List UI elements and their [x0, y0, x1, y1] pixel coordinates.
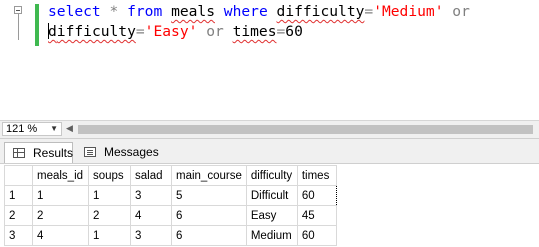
collapse-icon[interactable] [14, 6, 22, 14]
grid-cell[interactable]: 4 [32, 225, 89, 246]
operator-equals: = [276, 23, 286, 40]
column-header[interactable]: salad [130, 165, 172, 186]
grid-cell[interactable]: 45 [296, 205, 337, 226]
grid-cell[interactable]: 1 [88, 225, 131, 246]
query-editor[interactable]: select * from meals where difficulty='Me… [0, 0, 539, 120]
grid-cell[interactable]: 2 [32, 205, 89, 226]
tab-messages-label: Messages [104, 145, 159, 159]
messages-icon [84, 147, 96, 157]
grid-cell-selected[interactable]: 60 [296, 185, 337, 206]
keyword-where: where [223, 3, 268, 20]
table-name: meals [171, 3, 215, 20]
row-number[interactable]: 3 [4, 225, 33, 246]
zoom-level: 121 % [6, 123, 38, 135]
string-easy: 'Easy' [144, 23, 198, 40]
column-header[interactable]: difficulty [245, 165, 298, 186]
column-header[interactable]: main_course [171, 165, 247, 186]
grid-cell[interactable]: 1 [88, 185, 131, 206]
operator-or: or [452, 3, 470, 20]
number-value: 60 [285, 23, 303, 40]
table-row: 1 1 1 3 5 Difficult 60 [4, 185, 337, 206]
grid-cell[interactable]: 4 [130, 205, 172, 226]
string-medium: 'Medium' [373, 3, 444, 20]
column-difficulty-rest: ifficulty [56, 23, 136, 40]
scroll-left-icon[interactable]: ◀ [66, 124, 73, 134]
grid-icon [13, 148, 25, 158]
grid-cell[interactable]: 1 [32, 185, 89, 206]
operator-star: * [109, 3, 119, 20]
operator-equals: = [364, 3, 374, 20]
results-grid[interactable]: meals_id soups salad main_course difficu… [4, 165, 337, 246]
operator-or: or [206, 23, 224, 40]
column-header[interactable]: times [296, 165, 337, 186]
editor-gutter [0, 0, 26, 120]
grid-cell[interactable]: 6 [171, 225, 247, 246]
column-difficulty: difficulty [276, 3, 365, 20]
row-number[interactable]: 1 [4, 185, 33, 206]
grid-header-row: meals_id soups salad main_course difficu… [4, 165, 337, 186]
table-row: 3 4 1 3 6 Medium 60 [4, 225, 337, 246]
grid-cell[interactable]: Difficult [245, 185, 298, 206]
column-header[interactable]: meals_id [32, 165, 89, 186]
scrollbar-thumb[interactable] [78, 125, 533, 134]
grid-cell[interactable]: 6 [171, 205, 247, 226]
change-tracking-bar [35, 4, 39, 46]
row-number[interactable]: 2 [4, 205, 33, 226]
tab-results-label: Results [33, 146, 74, 160]
grid-cell[interactable]: 2 [88, 205, 131, 226]
zoom-dropdown[interactable]: 121 % ▼ [2, 122, 62, 136]
sql-code[interactable]: select * from meals where difficulty='Me… [48, 2, 470, 42]
tab-results[interactable]: Results [4, 142, 73, 163]
grid-cell[interactable]: 60 [296, 225, 337, 246]
keyword-from: from [127, 3, 163, 20]
grid-cell[interactable]: 3 [130, 185, 172, 206]
table-row: 2 2 2 4 6 Easy 45 [4, 205, 337, 226]
tab-messages[interactable]: Messages [76, 142, 159, 163]
operator-equals: = [135, 23, 145, 40]
grid-cell[interactable]: 3 [130, 225, 172, 246]
grid-cell[interactable]: Easy [245, 205, 298, 226]
outline-line [18, 14, 19, 40]
column-difficulty-first: d [48, 23, 57, 40]
results-tabbar: Results Messages [0, 139, 539, 164]
keyword-select: select [48, 3, 101, 20]
column-times: times [232, 23, 277, 40]
row-number-header[interactable] [4, 165, 33, 186]
horizontal-scrollbar[interactable]: ◀ [66, 122, 539, 137]
column-header[interactable]: soups [88, 165, 131, 186]
grid-cell[interactable]: 5 [171, 185, 247, 206]
zoom-bar: 121 % ▼ ◀ [0, 120, 539, 138]
results-pane: Results Messages meals_id soups salad ma… [0, 138, 539, 247]
chevron-down-icon[interactable]: ▼ [50, 123, 58, 135]
grid-cell[interactable]: Medium [245, 225, 298, 246]
